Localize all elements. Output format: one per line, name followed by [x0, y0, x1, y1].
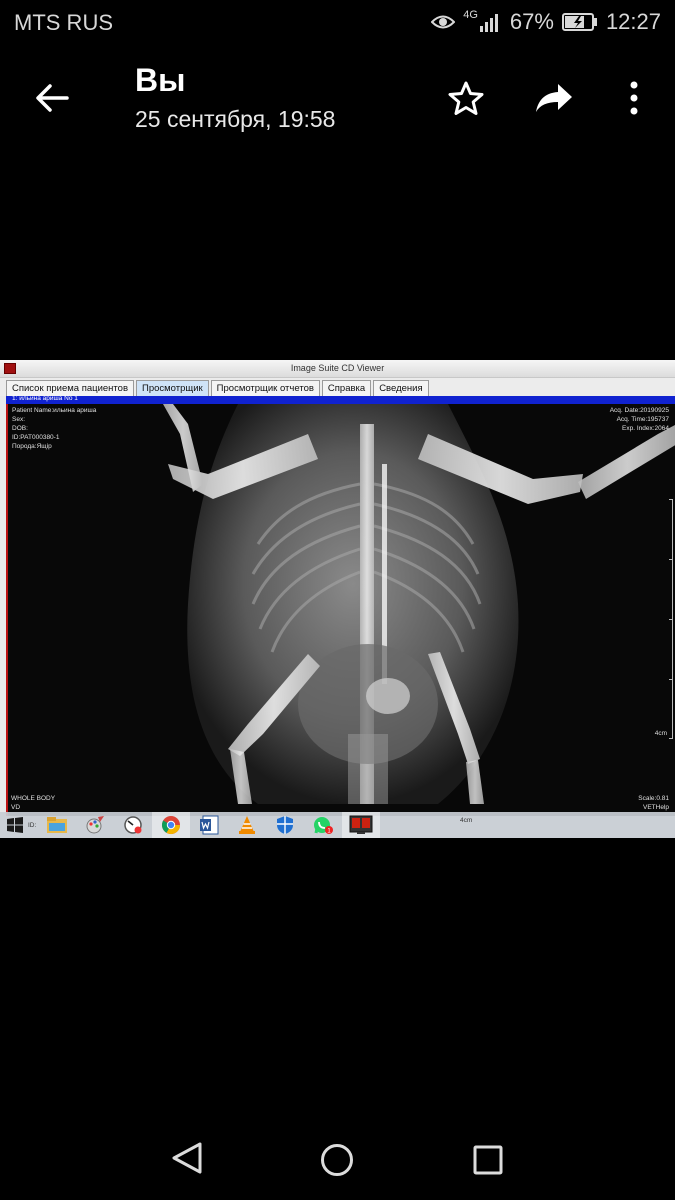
speedometer-icon: [124, 816, 142, 834]
clock: 12:27: [605, 9, 661, 34]
tab-viewer[interactable]: Просмотрщик: [136, 380, 209, 396]
battery-charging-icon: [561, 13, 598, 31]
vlc-icon: [239, 816, 255, 834]
status-bar: MTS RUS 4G 67% 12:27: [0, 0, 675, 46]
exposure-index: Exp. Index:2064: [622, 425, 669, 432]
star-button[interactable]: [444, 76, 488, 120]
nav-back-icon: [172, 1142, 202, 1174]
nav-recent-icon: [473, 1145, 503, 1175]
battery-percent: 67%: [509, 9, 554, 34]
eye-comfort-icon: [431, 13, 456, 31]
taskbar-speed[interactable]: [114, 812, 152, 838]
acq-time: Acq. Time:195737: [616, 416, 669, 423]
tab-about[interactable]: Сведения: [373, 380, 429, 396]
share-button[interactable]: [532, 76, 576, 120]
image-suite-icon: [349, 815, 373, 834]
status-indicators: 4G 67% 12:27: [431, 9, 661, 35]
acq-date: Acq. Date:20190925: [609, 407, 669, 414]
defender-icon: [277, 816, 293, 834]
attached-photo[interactable]: Image Suite CD Viewer Список приема паци…: [0, 360, 675, 838]
taskbar-paint[interactable]: [76, 812, 114, 838]
taskbar-vlc[interactable]: [228, 812, 266, 838]
overlay-acquisition-info: Acq. Date:20190925 Acq. Time:195737 Exp.…: [610, 406, 669, 433]
xray-viewer: Patient Name:ильина ариша Sex: DOB: ID:P…: [6, 404, 675, 816]
xray-image: [8, 404, 675, 816]
tab-patient-list[interactable]: Список приема пациентов: [6, 380, 134, 396]
overlay-body-part: WHOLE BODY VD: [11, 794, 55, 812]
nav-home-button[interactable]: [319, 1142, 355, 1178]
body-part: WHOLE BODY: [11, 795, 56, 802]
brand-label: VETHelp: [642, 804, 669, 811]
system-nav-bar: [0, 1110, 675, 1200]
taskbar-start[interactable]: [0, 812, 30, 838]
nav-home-icon: [321, 1144, 353, 1176]
taskbar-explorer[interactable]: [38, 812, 76, 838]
more-vert-icon: [630, 81, 638, 115]
patient-name: Patient Name:ильина ариша: [12, 407, 97, 414]
app-bar: Вы 25 сентября, 19:58: [0, 46, 675, 156]
scale-ruler: [669, 499, 673, 739]
back-button[interactable]: [30, 76, 74, 120]
tab-report-viewer[interactable]: Просмотрщик отчетов: [210, 380, 320, 396]
network-type: 4G: [463, 9, 478, 21]
patient-strip-label: 1: ильина ариша No 1: [12, 395, 78, 402]
tab-help[interactable]: Справка: [321, 380, 372, 396]
paint-icon: [86, 816, 104, 834]
patient-strip: 1: ильина ариша No 1: [6, 395, 675, 404]
taskbar-chrome[interactable]: [152, 812, 190, 838]
message-datetime: 25 сентября, 19:58: [135, 106, 336, 132]
share-icon: [536, 84, 572, 112]
ruler-label: 4cm: [654, 730, 667, 737]
patient-id: ID:PAT000380-1: [12, 434, 60, 441]
patient-breed: Порода:Ящір: [12, 443, 52, 450]
chrome-icon: [161, 816, 180, 835]
sender-title: Вы: [135, 62, 186, 98]
nav-back-button[interactable]: [170, 1140, 206, 1176]
word-icon: [200, 815, 219, 835]
viewer-tabs: Список приема пациентов Просмотрщик Прос…: [0, 378, 675, 396]
window-titlebar: Image Suite CD Viewer: [0, 360, 675, 378]
windows-taskbar: ID: 1 4cm: [0, 812, 675, 838]
taskbar-scale-readout: 4cm: [460, 817, 473, 824]
back-arrow-icon: [36, 84, 69, 112]
windows-start-icon: [7, 817, 23, 833]
file-explorer-icon: [47, 817, 67, 833]
star-icon: [448, 81, 484, 115]
taskbar-word[interactable]: [190, 812, 228, 838]
overlay-patient-info: Patient Name:ильина ариша Sex: DOB: ID:P…: [12, 406, 96, 451]
more-options-button[interactable]: [612, 76, 656, 120]
image-scale: Scale:0.81: [638, 795, 669, 802]
nav-recent-button[interactable]: [470, 1142, 506, 1178]
patient-dob: DOB:: [12, 425, 28, 432]
taskbar-defender[interactable]: [266, 812, 304, 838]
carrier-name: MTS RUS: [14, 10, 113, 35]
taskbar-whatsapp[interactable]: 1: [304, 812, 342, 838]
view-position: VD: [11, 804, 21, 811]
overlay-scale-info: Scale:0.81 VETHelp: [638, 794, 669, 812]
window-title: Image Suite CD Viewer: [290, 363, 385, 373]
whatsapp-icon: 1: [314, 817, 333, 835]
taskbar-image-suite[interactable]: [342, 812, 380, 838]
signal-icon: [479, 12, 502, 32]
patient-sex: Sex:: [12, 416, 26, 423]
